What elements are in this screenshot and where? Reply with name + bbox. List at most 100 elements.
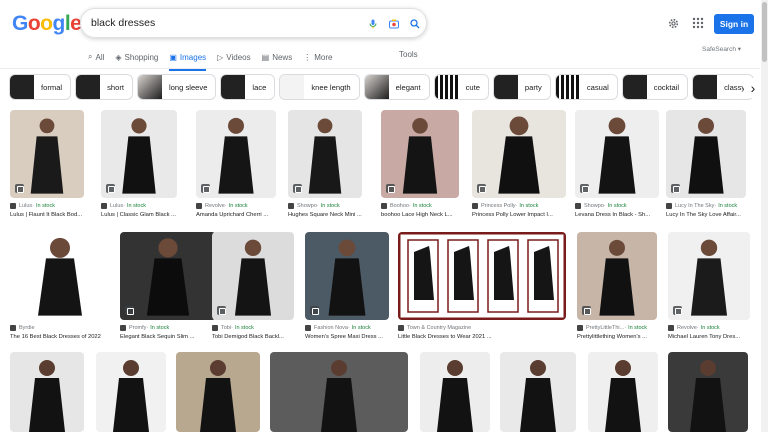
chip-cocktail[interactable]: cocktail bbox=[621, 74, 689, 100]
result-source[interactable]: Lulus · In stock bbox=[10, 203, 84, 209]
apps-grid-icon[interactable] bbox=[690, 15, 706, 31]
image-result[interactable]: Lucy In The Sky · In stock Lucy In The Sk… bbox=[666, 110, 746, 222]
result-title[interactable]: Women's Spree Maxi Dress ... bbox=[305, 334, 389, 340]
result-source[interactable]: Showpo · In stock bbox=[288, 203, 362, 209]
tag-icon: ◈ bbox=[115, 52, 122, 62]
result-title[interactable]: The 16 Best Black Dresses of 2022 bbox=[10, 334, 110, 340]
result-thumbnail[interactable] bbox=[10, 352, 84, 432]
result-thumbnail[interactable] bbox=[176, 352, 260, 432]
result-title[interactable]: Michael Lauren Tony Dres... bbox=[668, 334, 750, 340]
result-title[interactable]: Princess Polly Lower Impact I... bbox=[472, 212, 566, 218]
microphone-icon[interactable] bbox=[365, 16, 381, 32]
result-source[interactable]: Town & Country Magazine bbox=[398, 325, 566, 331]
result-title[interactable]: Amanda Uprichard Cherri ... bbox=[196, 212, 276, 218]
tools-button[interactable]: Tools bbox=[399, 50, 418, 59]
image-result[interactable]: Town & Country Magazine Little Black Dres… bbox=[398, 232, 566, 344]
result-thumbnail[interactable] bbox=[398, 232, 566, 320]
image-result[interactable]: Lulus · In stock Lulus | Flaunt It Black … bbox=[10, 110, 84, 222]
result-thumbnail[interactable] bbox=[472, 110, 566, 198]
result-source[interactable]: Byrdie bbox=[10, 325, 110, 331]
result-thumbnail[interactable] bbox=[120, 232, 216, 320]
google-logo[interactable]: Google bbox=[12, 12, 82, 36]
result-title[interactable]: boohoo Lace High Neck L... bbox=[381, 212, 459, 218]
result-title[interactable]: Tobi Demigod Black Backl... bbox=[212, 334, 294, 340]
result-source[interactable]: Promfy · In stock bbox=[120, 325, 216, 331]
image-result[interactable]: PrettyLittleThi... · In stock Prettylittl… bbox=[577, 232, 657, 344]
chip-formal[interactable]: formal bbox=[9, 74, 72, 100]
lens-camera-icon[interactable] bbox=[386, 16, 402, 32]
result-source[interactable]: Princess Polly · In stock bbox=[472, 203, 566, 209]
result-source[interactable]: Fashion Nova · In stock bbox=[305, 325, 389, 331]
result-thumbnail[interactable] bbox=[500, 352, 576, 432]
image-result[interactable] bbox=[588, 352, 658, 432]
source-name: Lulus bbox=[110, 203, 124, 209]
result-thumbnail[interactable] bbox=[588, 352, 658, 432]
header-divider bbox=[0, 68, 760, 69]
result-source[interactable]: Revolve · In stock bbox=[196, 203, 276, 209]
chevron-right-icon[interactable]: › bbox=[744, 78, 762, 98]
chip-knee-length[interactable]: knee length bbox=[279, 74, 360, 100]
result-title[interactable]: Levana Dress In Black - Sh... bbox=[575, 212, 659, 218]
result-source[interactable]: Boohoo · In stock bbox=[381, 203, 459, 209]
search-box[interactable] bbox=[80, 8, 427, 38]
result-title[interactable]: Little Black Dresses to Wear 2021 ... bbox=[398, 334, 566, 340]
image-result[interactable] bbox=[10, 352, 84, 432]
image-result[interactable] bbox=[500, 352, 576, 432]
image-result[interactable]: Boohoo · In stock boohoo Lace High Neck L… bbox=[381, 110, 459, 222]
result-thumbnail[interactable] bbox=[96, 352, 166, 432]
result-source[interactable]: Lucy In The Sky · In stock bbox=[666, 203, 746, 209]
chip-long-sleeve[interactable]: long sleeve bbox=[137, 74, 217, 100]
result-title[interactable]: Lulus | Classic Glam Black ... bbox=[101, 212, 177, 218]
result-source[interactable]: Tobi · In stock bbox=[212, 325, 294, 331]
gear-icon[interactable] bbox=[665, 15, 681, 31]
chip-party[interactable]: party bbox=[492, 74, 551, 100]
image-result[interactable]: Revolve · In stock Amanda Uprichard Cherr… bbox=[196, 110, 276, 222]
result-thumbnail[interactable] bbox=[10, 232, 110, 320]
tab-videos[interactable]: ▷ Videos bbox=[217, 48, 250, 66]
result-source[interactable]: PrettyLittleThi... · In stock bbox=[577, 325, 657, 331]
image-result[interactable]: Fashion Nova · In stock Women's Spree Max… bbox=[305, 232, 389, 344]
safesearch-dropdown[interactable]: SafeSearch ▾ bbox=[702, 45, 741, 53]
scrollbar-thumb[interactable] bbox=[762, 2, 767, 62]
image-result[interactable] bbox=[420, 352, 490, 432]
image-result[interactable]: Showpo · In stock Hughes Square Neck Mini… bbox=[288, 110, 362, 222]
tab-news[interactable]: ▤ News bbox=[262, 48, 293, 66]
result-title[interactable]: Elegant Black Sequin Slim ... bbox=[120, 334, 216, 340]
product-tag-icon bbox=[125, 306, 134, 315]
result-thumbnail[interactable] bbox=[420, 352, 490, 432]
scrollbar[interactable] bbox=[761, 0, 768, 432]
image-result[interactable] bbox=[176, 352, 260, 432]
result-title[interactable]: Prettylittlething Women's ... bbox=[577, 334, 657, 340]
search-input[interactable] bbox=[91, 17, 351, 29]
result-source[interactable]: Lulus · In stock bbox=[101, 203, 177, 209]
image-result[interactable] bbox=[96, 352, 166, 432]
tab-shopping[interactable]: ◈ Shopping bbox=[115, 48, 158, 66]
image-result[interactable]: Byrdie The 16 Best Black Dresses of 2022 bbox=[10, 232, 110, 344]
tab-images[interactable]: ▣ Images bbox=[169, 48, 206, 71]
sign-in-button[interactable]: Sign in bbox=[714, 14, 754, 34]
image-result[interactable]: Showpo · In stock Levana Dress In Black -… bbox=[575, 110, 659, 222]
chip-lace[interactable]: lace bbox=[220, 74, 276, 100]
chip-label: party bbox=[524, 82, 542, 92]
tab-more[interactable]: ⋮ More bbox=[303, 48, 332, 66]
result-thumbnail[interactable] bbox=[668, 352, 748, 432]
chip-cute[interactable]: cute bbox=[433, 74, 489, 100]
image-result[interactable]: Promfy · In stock Elegant Black Sequin Sl… bbox=[120, 232, 216, 344]
image-result[interactable] bbox=[270, 352, 408, 432]
search-icon[interactable] bbox=[407, 16, 423, 32]
image-result[interactable]: Princess Polly · In stock Princess Polly … bbox=[472, 110, 566, 222]
chip-casual[interactable]: casual bbox=[554, 74, 618, 100]
image-result[interactable]: Tobi · In stock Tobi Demigod Black Backl.… bbox=[212, 232, 294, 344]
result-thumbnail[interactable] bbox=[270, 352, 408, 432]
result-title[interactable]: Hughes Square Neck Mini ... bbox=[288, 212, 362, 218]
image-result[interactable]: Revolve · In stock Michael Lauren Tony Dr… bbox=[668, 232, 750, 344]
image-result[interactable]: Lulus · In stock Lulus | Classic Glam Bla… bbox=[101, 110, 177, 222]
result-source[interactable]: Showpo · In stock bbox=[575, 203, 659, 209]
image-result[interactable] bbox=[668, 352, 748, 432]
result-title[interactable]: Lucy In The Sky Love Affair... bbox=[666, 212, 746, 218]
result-source[interactable]: Revolve · In stock bbox=[668, 325, 750, 331]
result-title[interactable]: Lulus | Flaunt It Black Bod... bbox=[10, 212, 84, 218]
chip-short[interactable]: short bbox=[75, 74, 133, 100]
tab-all[interactable]: ⌕ All bbox=[88, 48, 104, 66]
chip-elegant[interactable]: elegant bbox=[363, 74, 430, 100]
